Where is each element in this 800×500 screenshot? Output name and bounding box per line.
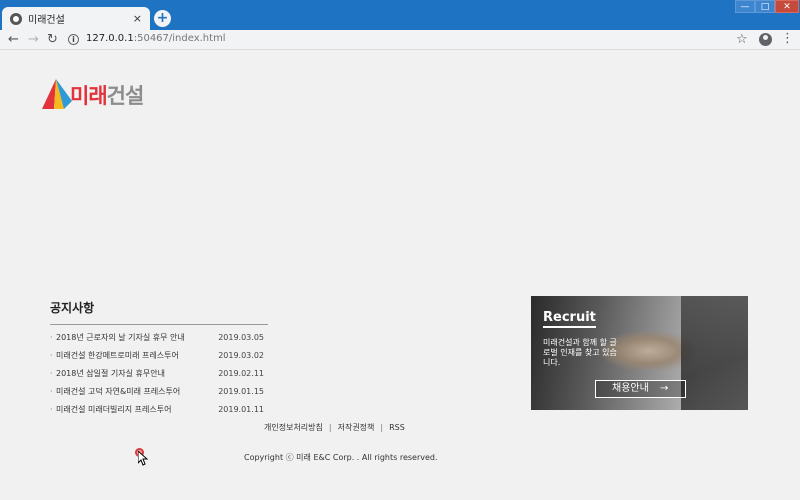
notice-item-date: 2019.03.05 <box>218 332 264 342</box>
recruit-guide-button[interactable]: 채용안내 → <box>595 380 686 398</box>
site-logo[interactable]: 미래건설 <box>42 78 145 112</box>
suit-image <box>681 296 748 410</box>
notice-item[interactable]: 2018년 삼일절 기자실 휴무안내 2019.02.11 <box>50 364 268 382</box>
browser-toolbar: ← → ↻ i 127.0.0.1:50467/index.html <box>0 30 800 50</box>
notice-item[interactable]: 2018년 근로자의 날 기자실 휴무 안내 2019.03.05 <box>50 328 268 346</box>
browser-titlebar: 미래건설 × + — □ ✕ <box>0 0 800 30</box>
minimize-window-button[interactable]: — <box>735 0 755 13</box>
notice-item[interactable]: 미래건설 고덕 자연&미래 프레스투어 2019.01.15 <box>50 382 268 400</box>
footer-link-privacy[interactable]: 개인정보처리방침 <box>264 422 323 433</box>
notice-item-title: 2018년 근로자의 날 기자실 휴무 안내 <box>56 332 185 342</box>
notice-item-date: 2019.02.11 <box>218 368 264 378</box>
address-bar[interactable]: i 127.0.0.1:50467/index.html <box>66 31 754 48</box>
url-host: 127.0.0.1 <box>86 33 134 44</box>
recruit-banner[interactable]: Recruit 미래건설과 함께 할 글로벌 인재를 찾고 있습니다. 채용안내… <box>531 296 748 410</box>
globe-icon <box>10 12 22 25</box>
footer-links: 개인정보처리방침 | 저작권정책 | RSS <box>264 422 405 433</box>
notice-item-date: 2019.01.11 <box>218 404 264 414</box>
recruit-description: 미래건설과 함께 할 글로벌 인재를 찾고 있습니다. <box>543 338 617 367</box>
copyright-text: Copyright ⓒ 미래 E&C Corp. . All rights re… <box>244 453 438 462</box>
notice-item-title: 미래건설 고덕 자연&미래 프레스투어 <box>56 386 181 396</box>
url-path: :50467/index.html <box>133 33 226 44</box>
menu-icon[interactable]: ⋮ <box>781 32 794 46</box>
back-arrow-icon[interactable]: ← <box>8 32 19 47</box>
account-icon[interactable] <box>759 33 772 46</box>
notice-item-date: 2019.01.15 <box>218 386 264 396</box>
forward-arrow-icon[interactable]: → <box>28 32 39 47</box>
notice-item-date: 2019.03.02 <box>218 350 264 360</box>
notice-title: 공지사항 <box>50 299 268 325</box>
pointer-arrow-icon <box>138 451 148 466</box>
bookmark-star-icon[interactable]: ☆ <box>736 32 748 47</box>
footer-link-rss[interactable]: RSS <box>389 423 405 432</box>
mouse-cursor <box>135 448 153 468</box>
notice-list: 2018년 근로자의 날 기자실 휴무 안내 2019.03.05 미래건설 한… <box>50 325 268 418</box>
recruit-title: Recruit <box>543 310 596 328</box>
page-content: 미래건설 공지사항 2018년 근로자의 날 기자실 휴무 안내 2019.03… <box>0 51 800 500</box>
tab-title: 미래건설 <box>28 15 65 26</box>
notice-item-title: 미래건설 한강메트로미래 프레스투어 <box>56 350 179 360</box>
logo-text-red: 미래 <box>70 84 108 108</box>
logo-text-gray: 건설 <box>106 84 145 108</box>
notice-item-title: 미래건설 미래더빌리지 프레스투어 <box>56 404 172 414</box>
footer-link-copyright-policy[interactable]: 저작권정책 <box>338 422 375 433</box>
logo-text: 미래건설 <box>70 80 145 110</box>
recruit-button-label: 채용안내 <box>612 383 649 394</box>
close-tab-icon[interactable]: × <box>133 12 142 25</box>
info-icon[interactable]: i <box>68 34 79 45</box>
notice-item[interactable]: 미래건설 한강메트로미래 프레스투어 2019.03.02 <box>50 346 268 364</box>
footer-divider: | <box>328 423 332 432</box>
close-window-button[interactable]: ✕ <box>775 0 799 13</box>
url-text[interactable]: 127.0.0.1:50467/index.html <box>86 33 226 44</box>
new-tab-button[interactable]: + <box>154 10 171 27</box>
footer-divider: | <box>380 423 384 432</box>
notice-item-title: 2018년 삼일절 기자실 휴무안내 <box>56 368 165 378</box>
browser-tab[interactable]: 미래건설 × <box>2 7 150 30</box>
arrow-right-icon: → <box>660 383 669 394</box>
reload-icon[interactable]: ↻ <box>47 32 58 47</box>
notice-item[interactable]: 미래건설 미래더빌리지 프레스투어 2019.01.11 <box>50 400 268 418</box>
notice-section: 공지사항 2018년 근로자의 날 기자실 휴무 안내 2019.03.05 미… <box>50 299 268 418</box>
maximize-window-button[interactable]: □ <box>755 0 775 13</box>
